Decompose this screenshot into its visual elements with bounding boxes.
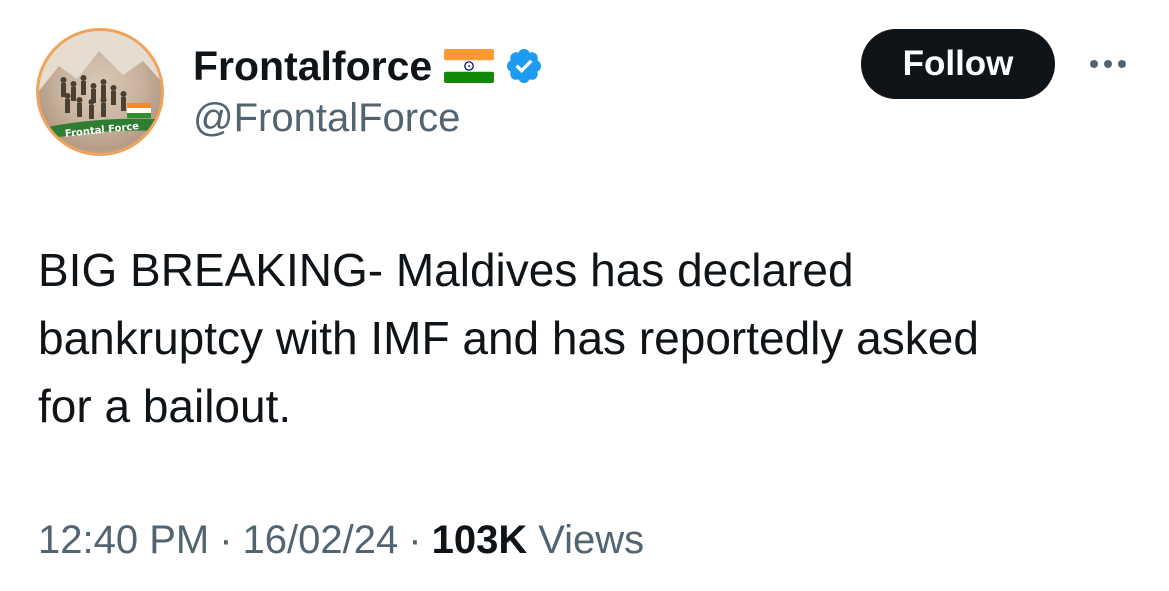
more-options-icon[interactable] — [1086, 54, 1130, 74]
tweet-meta: 12:40 PM · 16/02/24 · 103K Views — [38, 518, 644, 563]
views-label: Views — [538, 518, 645, 562]
tweet-text: BIG BREAKING- Maldives has declared bank… — [38, 244, 979, 432]
verified-badge-icon[interactable] — [504, 46, 544, 86]
meta-separator: · — [408, 518, 422, 562]
display-name[interactable]: Frontalforce — [193, 43, 432, 90]
tweet-card: Frontal Force Frontalforce @FrontalForce… — [0, 0, 1169, 591]
follow-button[interactable]: Follow — [861, 29, 1055, 99]
views-count: 103K — [431, 518, 528, 562]
india-flag-icon — [444, 49, 495, 83]
avatar[interactable]: Frontal Force — [36, 28, 164, 156]
display-name-row: Frontalforce — [193, 40, 544, 92]
meta-separator: · — [219, 518, 233, 562]
tweet-date[interactable]: 16/02/24 — [243, 518, 399, 563]
tweet-time[interactable]: 12:40 PM — [38, 518, 209, 563]
user-handle[interactable]: @FrontalForce — [193, 96, 460, 141]
